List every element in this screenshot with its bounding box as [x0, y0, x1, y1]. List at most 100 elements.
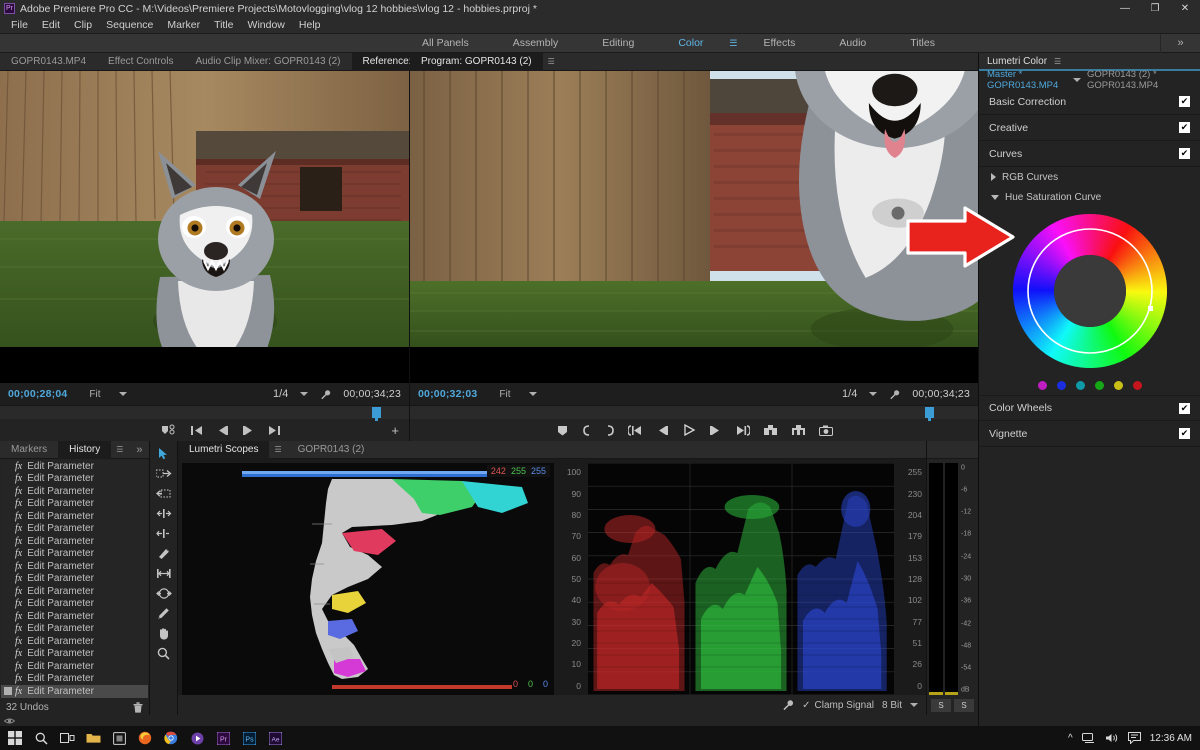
- reference-button-editor-icon[interactable]: +: [391, 423, 409, 438]
- swatch-magenta[interactable]: [1037, 380, 1047, 390]
- bit-depth-select[interactable]: 8 Bit: [882, 700, 918, 711]
- wrench-icon[interactable]: [782, 699, 794, 711]
- creative-checkbox[interactable]: ✔: [1179, 122, 1190, 133]
- action-center-icon[interactable]: [1127, 732, 1141, 744]
- slide-tool[interactable]: [155, 585, 173, 601]
- lumetri-panel-menu-icon[interactable]: ☰: [1054, 57, 1061, 66]
- tab-effect-controls[interactable]: Effect Controls: [97, 53, 184, 71]
- go-to-in-icon[interactable]: [627, 424, 643, 436]
- swatch-red[interactable]: [1132, 380, 1142, 390]
- hue-saturation-wheel[interactable]: [979, 207, 1200, 375]
- extract-icon[interactable]: [791, 424, 806, 436]
- lumetri-master-label[interactable]: Master * GOPR0143.MP4: [987, 69, 1067, 91]
- lumetri-section-color-wheels[interactable]: Color Wheels ✔: [979, 395, 1200, 421]
- solo-button-left[interactable]: S: [931, 699, 951, 712]
- lumetri-section-curves[interactable]: Curves ✔: [979, 141, 1200, 167]
- program-playhead[interactable]: [925, 407, 934, 421]
- history-item[interactable]: fx Edit Parameter: [1, 673, 148, 686]
- menu-edit[interactable]: Edit: [35, 17, 67, 34]
- program-panel-menu-icon[interactable]: ☰: [543, 57, 560, 66]
- history-item[interactable]: fx Edit Parameter: [1, 548, 148, 561]
- add-marker-icon[interactable]: [556, 425, 569, 436]
- maximize-button[interactable]: ❐: [1140, 0, 1170, 17]
- step-back-icon[interactable]: [656, 425, 669, 436]
- history-tabs-overflow-icon[interactable]: »: [128, 444, 150, 456]
- history-item[interactable]: fx Edit Parameter: [1, 585, 148, 598]
- tab-audio-clip-mixer[interactable]: Audio Clip Mixer: GOPR0143 (2): [184, 53, 351, 71]
- history-item[interactable]: fx Edit Parameter: [1, 648, 148, 661]
- tab-gopr0143-mp4[interactable]: GOPR0143.MP4: [0, 53, 97, 71]
- program-video-frame[interactable]: [410, 71, 978, 383]
- workspace-tab-editing[interactable]: Editing: [580, 34, 656, 53]
- waveform-scope[interactable]: 242 255 255 0 0 0: [182, 463, 554, 695]
- store-icon[interactable]: [106, 726, 132, 750]
- history-item[interactable]: fx Edit Parameter: [1, 473, 148, 486]
- reference-timecode[interactable]: 00;00;28;04: [8, 388, 67, 400]
- workspace-tab-all-panels[interactable]: All Panels: [400, 34, 491, 53]
- lumetri-subsection-hue-saturation-curve[interactable]: Hue Saturation Curve: [979, 187, 1200, 207]
- media-icon[interactable]: [184, 726, 210, 750]
- history-list[interactable]: fx Edit Parameter fx Edit Parameter fx Edit P…: [1, 460, 148, 698]
- swatch-green[interactable]: [1094, 380, 1104, 390]
- history-item[interactable]: fx Edit Parameter: [1, 498, 148, 511]
- solo-button-right[interactable]: S: [954, 699, 974, 712]
- step-forward-icon[interactable]: [709, 425, 722, 436]
- hand-tool[interactable]: [155, 625, 173, 641]
- workspace-overflow-icon[interactable]: »: [1160, 33, 1200, 53]
- basic-correction-checkbox[interactable]: ✔: [1179, 96, 1190, 107]
- tab-gopr0143-source[interactable]: GOPR0143 (2): [287, 441, 376, 459]
- menu-sequence[interactable]: Sequence: [99, 17, 160, 34]
- history-item[interactable]: fx Edit Parameter: [1, 535, 148, 548]
- workspace-tab-audio[interactable]: Audio: [817, 34, 888, 53]
- marker-compare-icon[interactable]: [161, 424, 177, 436]
- history-item[interactable]: fx Edit Parameter: [1, 460, 148, 473]
- reference-resolution-label[interactable]: 1/4: [273, 388, 288, 400]
- play-button-icon[interactable]: [682, 424, 696, 436]
- pen-tool[interactable]: [155, 605, 173, 621]
- chevron-right-icon[interactable]: [991, 173, 996, 181]
- reference-video-frame[interactable]: [0, 71, 409, 383]
- history-item[interactable]: fx Edit Parameter: [1, 560, 148, 573]
- chevron-down-icon[interactable]: [869, 392, 878, 396]
- photoshop-icon[interactable]: Ps: [236, 726, 262, 750]
- premiere-icon[interactable]: Pr: [210, 726, 236, 750]
- rate-stretch-tool[interactable]: [155, 525, 173, 541]
- history-item[interactable]: fx Edit Parameter: [1, 610, 148, 623]
- menu-marker[interactable]: Marker: [160, 17, 207, 34]
- mark-in-icon[interactable]: [582, 424, 592, 436]
- history-item[interactable]: fx Edit Parameter: [1, 510, 148, 523]
- reference-scrubber[interactable]: [0, 405, 409, 421]
- workspace-tab-titles[interactable]: Titles: [888, 34, 957, 53]
- razor-tool[interactable]: [155, 545, 173, 561]
- tab-markers[interactable]: Markers: [0, 441, 58, 459]
- menu-title[interactable]: Title: [207, 17, 240, 34]
- trash-icon[interactable]: [133, 701, 143, 713]
- menu-file[interactable]: File: [4, 17, 35, 34]
- firefox-icon[interactable]: [132, 726, 158, 750]
- clamp-signal-checkbox[interactable]: ✓ Clamp Signal: [802, 700, 874, 711]
- program-scrubber[interactable]: [410, 405, 978, 421]
- slip-tool[interactable]: [155, 565, 173, 581]
- go-to-out-point-icon[interactable]: [268, 425, 281, 436]
- workspace-menu-icon[interactable]: ☰: [725, 38, 741, 49]
- workspace-tab-assembly[interactable]: Assembly: [491, 34, 581, 53]
- color-wheels-checkbox[interactable]: ✔: [1179, 402, 1190, 414]
- vignette-checkbox[interactable]: ✔: [1179, 428, 1190, 439]
- history-item[interactable]: fx Edit Parameter: [1, 485, 148, 498]
- history-item[interactable]: fx Edit Parameter: [1, 660, 148, 673]
- chevron-down-icon[interactable]: [300, 392, 309, 396]
- task-view-icon[interactable]: [54, 726, 80, 750]
- menu-window[interactable]: Window: [241, 17, 292, 34]
- aftereffects-icon[interactable]: Ae: [262, 726, 288, 750]
- ripple-edit-tool[interactable]: [155, 485, 173, 501]
- network-icon[interactable]: [1081, 732, 1096, 744]
- rgb-parade-scope[interactable]: [588, 463, 894, 695]
- lift-icon[interactable]: [763, 424, 778, 436]
- menu-help[interactable]: Help: [292, 17, 328, 34]
- windows-start-icon[interactable]: [2, 726, 28, 750]
- workspace-tab-effects[interactable]: Effects: [742, 34, 818, 53]
- step-forward-icon[interactable]: [242, 425, 255, 436]
- rolling-edit-tool[interactable]: [155, 505, 173, 521]
- volume-icon[interactable]: [1105, 732, 1119, 744]
- lumetri-section-basic-correction[interactable]: Basic Correction ✔: [979, 89, 1200, 115]
